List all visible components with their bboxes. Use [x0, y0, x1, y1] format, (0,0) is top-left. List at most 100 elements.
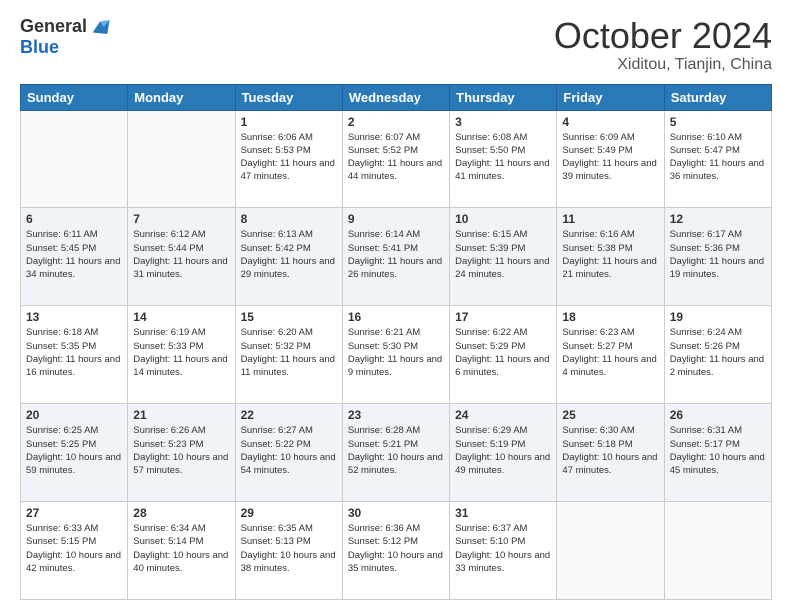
day-number: 23 — [348, 408, 444, 422]
day-info: Sunrise: 6:07 AM Sunset: 5:52 PM Dayligh… — [348, 131, 444, 184]
logo-blue-text: Blue — [20, 37, 59, 57]
calendar-header-row: SundayMondayTuesdayWednesdayThursdayFrid… — [21, 84, 772, 110]
day-info: Sunrise: 6:21 AM Sunset: 5:30 PM Dayligh… — [348, 326, 444, 379]
day-number: 20 — [26, 408, 122, 422]
calendar-cell — [664, 502, 771, 600]
day-number: 8 — [241, 212, 337, 226]
day-number: 4 — [562, 115, 658, 129]
calendar-cell: 12 Sunrise: 6:17 AM Sunset: 5:36 PM Dayli… — [664, 208, 771, 306]
day-number: 18 — [562, 310, 658, 324]
day-info: Sunrise: 6:09 AM Sunset: 5:49 PM Dayligh… — [562, 131, 658, 184]
calendar-cell: 21Sunrise: 6:26 AM Sunset: 5:23 PM Dayli… — [128, 404, 235, 502]
day-number: 1 — [241, 115, 337, 129]
day-number: 6 — [26, 212, 122, 226]
page: General Blue October 2024 Xiditou, Tianj… — [0, 0, 792, 612]
day-info: Sunrise: 6:34 AM Sunset: 5:14 PM Dayligh… — [133, 522, 229, 575]
calendar-cell: 16 Sunrise: 6:21 AM Sunset: 5:30 PM Dayli… — [342, 306, 449, 404]
day-info: Sunrise: 6:23 AM Sunset: 5:27 PM Dayligh… — [562, 326, 658, 379]
calendar-cell: 23Sunrise: 6:28 AM Sunset: 5:21 PM Dayli… — [342, 404, 449, 502]
calendar-cell: 3 Sunrise: 6:08 AM Sunset: 5:50 PM Daylig… — [450, 110, 557, 208]
day-info: Sunrise: 6:12 AM Sunset: 5:44 PM Dayligh… — [133, 228, 229, 281]
day-info: Sunrise: 6:37 AM Sunset: 5:10 PM Dayligh… — [455, 522, 551, 575]
calendar-week-row: 13Sunrise: 6:18 AM Sunset: 5:35 PM Dayli… — [21, 306, 772, 404]
calendar-cell: 28 Sunrise: 6:34 AM Sunset: 5:14 PM Dayli… — [128, 502, 235, 600]
calendar-cell: 19 Sunrise: 6:24 AM Sunset: 5:26 PM Dayli… — [664, 306, 771, 404]
day-number: 17 — [455, 310, 551, 324]
day-number: 3 — [455, 115, 551, 129]
calendar-cell: 15Sunrise: 6:20 AM Sunset: 5:32 PM Dayli… — [235, 306, 342, 404]
day-number: 11 — [562, 212, 658, 226]
day-number: 21 — [133, 408, 229, 422]
calendar-cell: 20 Sunrise: 6:25 AM Sunset: 5:25 PM Dayli… — [21, 404, 128, 502]
day-number: 31 — [455, 506, 551, 520]
header: General Blue October 2024 Xiditou, Tianj… — [20, 16, 772, 74]
day-number: 24 — [455, 408, 551, 422]
calendar-cell — [21, 110, 128, 208]
calendar-cell: 9 Sunrise: 6:14 AM Sunset: 5:41 PM Daylig… — [342, 208, 449, 306]
calendar-week-row: 6 Sunrise: 6:11 AM Sunset: 5:45 PM Daylig… — [21, 208, 772, 306]
day-number: 28 — [133, 506, 229, 520]
logo-general-text: General — [20, 17, 87, 37]
day-number: 14 — [133, 310, 229, 324]
calendar-cell: 26 Sunrise: 6:31 AM Sunset: 5:17 PM Dayli… — [664, 404, 771, 502]
calendar-cell: 31 Sunrise: 6:37 AM Sunset: 5:10 PM Dayli… — [450, 502, 557, 600]
day-number: 26 — [670, 408, 766, 422]
calendar-cell: 10 Sunrise: 6:15 AM Sunset: 5:39 PM Dayli… — [450, 208, 557, 306]
day-info: Sunrise: 6:22 AM Sunset: 5:29 PM Dayligh… — [455, 326, 551, 379]
day-of-week-header: Friday — [557, 84, 664, 110]
day-info: Sunrise: 6:30 AM Sunset: 5:18 PM Dayligh… — [562, 424, 658, 477]
day-info: Sunrise: 6:29 AM Sunset: 5:19 PM Dayligh… — [455, 424, 551, 477]
day-number: 12 — [670, 212, 766, 226]
day-of-week-header: Saturday — [664, 84, 771, 110]
day-number: 7 — [133, 212, 229, 226]
day-info: Sunrise: 6:06 AM Sunset: 5:53 PM Dayligh… — [241, 131, 337, 184]
calendar-cell: 6 Sunrise: 6:11 AM Sunset: 5:45 PM Daylig… — [21, 208, 128, 306]
day-number: 27 — [26, 506, 122, 520]
day-number: 16 — [348, 310, 444, 324]
day-info: Sunrise: 6:08 AM Sunset: 5:50 PM Dayligh… — [455, 131, 551, 184]
day-info: Sunrise: 6:14 AM Sunset: 5:41 PM Dayligh… — [348, 228, 444, 281]
calendar-cell: 29Sunrise: 6:35 AM Sunset: 5:13 PM Dayli… — [235, 502, 342, 600]
calendar-cell: 7 Sunrise: 6:12 AM Sunset: 5:44 PM Daylig… — [128, 208, 235, 306]
calendar-cell: 4 Sunrise: 6:09 AM Sunset: 5:49 PM Daylig… — [557, 110, 664, 208]
calendar-cell: 11Sunrise: 6:16 AM Sunset: 5:38 PM Dayli… — [557, 208, 664, 306]
day-info: Sunrise: 6:10 AM Sunset: 5:47 PM Dayligh… — [670, 131, 766, 184]
day-number: 22 — [241, 408, 337, 422]
day-info: Sunrise: 6:19 AM Sunset: 5:33 PM Dayligh… — [133, 326, 229, 379]
day-info: Sunrise: 6:11 AM Sunset: 5:45 PM Dayligh… — [26, 228, 122, 281]
day-number: 29 — [241, 506, 337, 520]
day-info: Sunrise: 6:27 AM Sunset: 5:22 PM Dayligh… — [241, 424, 337, 477]
title-block: October 2024 Xiditou, Tianjin, China — [554, 16, 772, 74]
day-number: 25 — [562, 408, 658, 422]
day-info: Sunrise: 6:20 AM Sunset: 5:32 PM Dayligh… — [241, 326, 337, 379]
calendar-cell: 25 Sunrise: 6:30 AM Sunset: 5:18 PM Dayli… — [557, 404, 664, 502]
day-number: 10 — [455, 212, 551, 226]
day-info: Sunrise: 6:24 AM Sunset: 5:26 PM Dayligh… — [670, 326, 766, 379]
day-info: Sunrise: 6:31 AM Sunset: 5:17 PM Dayligh… — [670, 424, 766, 477]
day-info: Sunrise: 6:18 AM Sunset: 5:35 PM Dayligh… — [26, 326, 122, 379]
calendar-table: SundayMondayTuesdayWednesdayThursdayFrid… — [20, 84, 772, 600]
day-of-week-header: Tuesday — [235, 84, 342, 110]
day-info: Sunrise: 6:15 AM Sunset: 5:39 PM Dayligh… — [455, 228, 551, 281]
calendar-cell: 30Sunrise: 6:36 AM Sunset: 5:12 PM Dayli… — [342, 502, 449, 600]
day-info: Sunrise: 6:13 AM Sunset: 5:42 PM Dayligh… — [241, 228, 337, 281]
calendar-cell: 5 Sunrise: 6:10 AM Sunset: 5:47 PM Daylig… — [664, 110, 771, 208]
day-info: Sunrise: 6:25 AM Sunset: 5:25 PM Dayligh… — [26, 424, 122, 477]
day-number: 19 — [670, 310, 766, 324]
logo-bird-icon — [89, 16, 111, 38]
calendar-cell: 24 Sunrise: 6:29 AM Sunset: 5:19 PM Dayli… — [450, 404, 557, 502]
day-number: 2 — [348, 115, 444, 129]
location-title: Xiditou, Tianjin, China — [554, 56, 772, 74]
day-number: 9 — [348, 212, 444, 226]
calendar-cell: 8 Sunrise: 6:13 AM Sunset: 5:42 PM Daylig… — [235, 208, 342, 306]
calendar-cell: 1 Sunrise: 6:06 AM Sunset: 5:53 PM Daylig… — [235, 110, 342, 208]
logo: General Blue — [20, 16, 111, 58]
calendar-week-row: 1 Sunrise: 6:06 AM Sunset: 5:53 PM Daylig… — [21, 110, 772, 208]
day-number: 30 — [348, 506, 444, 520]
day-info: Sunrise: 6:17 AM Sunset: 5:36 PM Dayligh… — [670, 228, 766, 281]
calendar-cell: 22 Sunrise: 6:27 AM Sunset: 5:22 PM Dayli… — [235, 404, 342, 502]
day-of-week-header: Sunday — [21, 84, 128, 110]
calendar-week-row: 27Sunrise: 6:33 AM Sunset: 5:15 PM Dayli… — [21, 502, 772, 600]
day-number: 5 — [670, 115, 766, 129]
month-title: October 2024 — [554, 16, 772, 56]
